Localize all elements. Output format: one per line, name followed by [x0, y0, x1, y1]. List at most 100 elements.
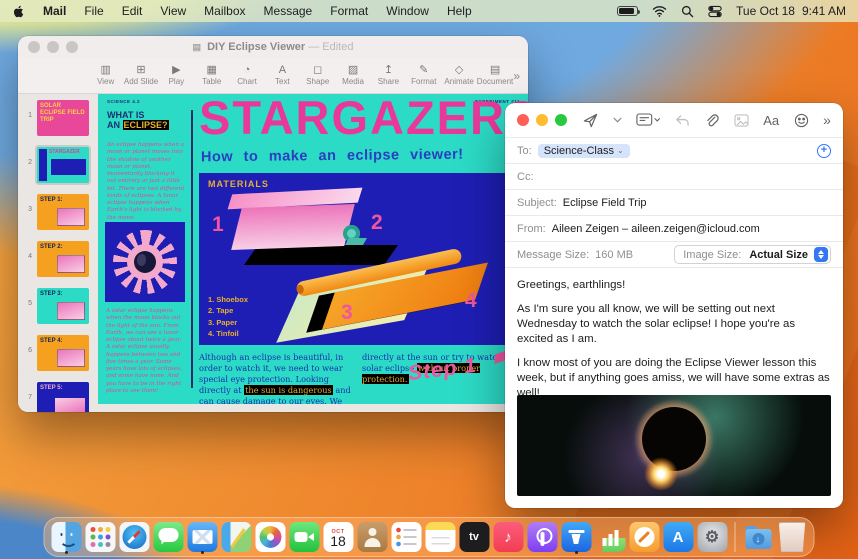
to-field[interactable]: To: Science-Class ⌄ + — [505, 137, 843, 163]
tool-label: Share — [377, 77, 400, 86]
menu-item-window[interactable]: Window — [386, 4, 429, 18]
keynote-tool-play[interactable]: ▶ Play — [159, 65, 194, 87]
slide-thumbnail[interactable]: STEP 5: — [35, 380, 91, 412]
menu-item-mail[interactable]: Mail — [43, 4, 66, 18]
dock-item-pages[interactable] — [629, 519, 660, 555]
control-center-icon[interactable] — [708, 5, 722, 18]
tool-label: Media — [342, 77, 364, 86]
dock-item-messages[interactable] — [153, 519, 184, 555]
toolbar-overflow-button[interactable]: » — [823, 112, 831, 128]
shape-icon: ◻ — [313, 64, 323, 76]
emoji-icon[interactable] — [794, 113, 809, 128]
header-fields-button[interactable] — [636, 113, 661, 127]
keynote-tool-text[interactable]: A Text — [265, 64, 300, 87]
slide-number: 6 — [28, 347, 32, 354]
dock-item-appstore[interactable]: A — [663, 519, 694, 555]
battery-icon[interactable] — [617, 6, 641, 16]
message-body[interactable]: Greetings, earthlings! As I'm sure you al… — [505, 267, 843, 395]
slide-thumbnail[interactable]: SOLAR ECLIPSE FIELD TRIP — [35, 98, 91, 138]
trash-icon — [778, 522, 806, 552]
keynote-tool-chart[interactable]: ◔ Chart — [229, 65, 264, 87]
dock-item-contacts[interactable] — [357, 519, 388, 555]
wifi-icon[interactable] — [652, 5, 667, 17]
menu-item-message[interactable]: Message — [264, 4, 313, 18]
reply-icon[interactable] — [675, 114, 690, 127]
keynote-tool-format[interactable]: ✎ Format — [406, 65, 441, 87]
subject-label: Subject: — [517, 196, 557, 209]
dock-item-launchpad[interactable] — [85, 519, 116, 555]
slide-thumbnail-row: 5 STEP 3: — [18, 286, 98, 326]
material-number-1: 1 — [212, 213, 224, 236]
slide-canvas[interactable]: SCIENCE 4.2 EXPERIMENT #11 WHAT IS AN EC… — [98, 94, 528, 404]
spotlight-search-icon[interactable] — [681, 5, 694, 18]
tool-label: Add Slide — [123, 77, 159, 86]
slide-thumbnail-preview: STEP 5: — [37, 382, 89, 412]
menu-item-file[interactable]: File — [84, 4, 103, 18]
dock-item-downloads[interactable]: ↓ — [743, 519, 774, 555]
menu-item-edit[interactable]: Edit — [122, 4, 143, 18]
menu-item-format[interactable]: Format — [330, 4, 368, 18]
keynote-tool-media[interactable]: ▨ Media — [335, 64, 370, 87]
recipient-token[interactable]: Science-Class ⌄ — [537, 143, 630, 158]
slide-thumbnail[interactable]: STEP 4: — [35, 333, 91, 373]
media-icon: ▨ — [347, 64, 359, 76]
dock-item-maps[interactable] — [221, 519, 252, 555]
from-field[interactable]: From: Aileen Zeigen – aileen.zeigen@iclo… — [505, 215, 843, 241]
tool-label: Document — [476, 77, 514, 86]
keynote-tool-shape[interactable]: ◻ Shape — [300, 64, 335, 87]
eclipse-photo-attachment[interactable] — [517, 395, 831, 496]
slide-thumbnail[interactable]: STEP 3: — [35, 286, 91, 326]
dock-item-notes[interactable] — [425, 519, 456, 555]
text-icon: A — [278, 64, 287, 76]
dock-item-keynote[interactable] — [561, 519, 592, 555]
slide-area: SCIENCE 4.2 EXPERIMENT #11 WHAT IS AN EC… — [98, 94, 528, 412]
menu-bar-clock[interactable]: Tue Oct 18 9:41 AM — [736, 4, 846, 18]
column-divider — [191, 110, 193, 388]
add-contact-icon[interactable]: + — [817, 143, 831, 158]
keynote-tool-add-slide[interactable]: ⊞ Add Slide — [123, 65, 159, 87]
dock-item-numbers[interactable] — [595, 519, 626, 555]
slide-thumbnail[interactable]: STARGAZER — [35, 145, 91, 185]
keynote-tool-share[interactable]: ↥ Share — [371, 65, 406, 87]
apple-menu-icon[interactable] — [12, 4, 25, 19]
keynote-tool-view[interactable]: ▥ View — [88, 65, 123, 87]
dock-item-finder[interactable] — [51, 519, 82, 555]
keynote-tool-document[interactable]: ▤ Document — [476, 65, 514, 87]
close-button[interactable] — [517, 114, 529, 126]
dock-item-mail[interactable] — [187, 519, 218, 555]
zoom-button[interactable] — [555, 114, 567, 126]
cc-field[interactable]: Cc: — [505, 163, 843, 189]
dock-item-settings[interactable]: ⚙ — [697, 519, 728, 555]
menu-item-help[interactable]: Help — [447, 4, 472, 18]
mail-icon — [187, 522, 217, 552]
dock-item-reminders[interactable] — [391, 519, 422, 555]
dock-item-music[interactable]: ♪ — [493, 519, 524, 555]
keynote-toolbar-overflow[interactable]: » — [513, 69, 520, 83]
settings-icon: ⚙ — [697, 522, 727, 552]
dock-item-safari[interactable] — [119, 519, 150, 555]
keynote-titlebar[interactable]: ▤ DIY Eclipse Viewer — Edited — [18, 36, 528, 58]
slide-thumbnail[interactable]: STEP 1: — [35, 192, 91, 232]
keynote-icon — [561, 522, 591, 552]
format-text-button[interactable]: Aa — [763, 113, 779, 128]
minimize-button[interactable] — [536, 114, 548, 126]
send-options-chevron-icon[interactable] — [613, 117, 622, 123]
menu-item-view[interactable]: View — [160, 4, 186, 18]
send-button[interactable] — [583, 113, 598, 128]
dock-item-trash[interactable] — [777, 519, 808, 555]
dock-item-podcasts[interactable] — [527, 519, 558, 555]
keynote-tool-animate[interactable]: ◇ Animate — [441, 65, 476, 87]
menu-item-mailbox[interactable]: Mailbox — [204, 4, 245, 18]
calendar-day: 18 — [330, 532, 346, 549]
mail-window-controls[interactable] — [517, 114, 567, 126]
dock-item-calendar[interactable]: OCT 18 — [323, 519, 354, 555]
dock-item-facetime[interactable] — [289, 519, 320, 555]
dock-item-appletv[interactable]: tv — [459, 519, 490, 555]
subject-field[interactable]: Subject: Eclipse Field Trip — [505, 189, 843, 215]
attach-file-icon[interactable] — [704, 113, 719, 128]
image-size-popup[interactable]: Image Size: Actual Size — [674, 245, 831, 264]
dock-item-photos[interactable] — [255, 519, 286, 555]
insert-photo-icon[interactable] — [734, 113, 749, 127]
keynote-tool-table[interactable]: ▦ Table — [194, 65, 229, 87]
slide-thumbnail[interactable]: STEP 2: — [35, 239, 91, 279]
